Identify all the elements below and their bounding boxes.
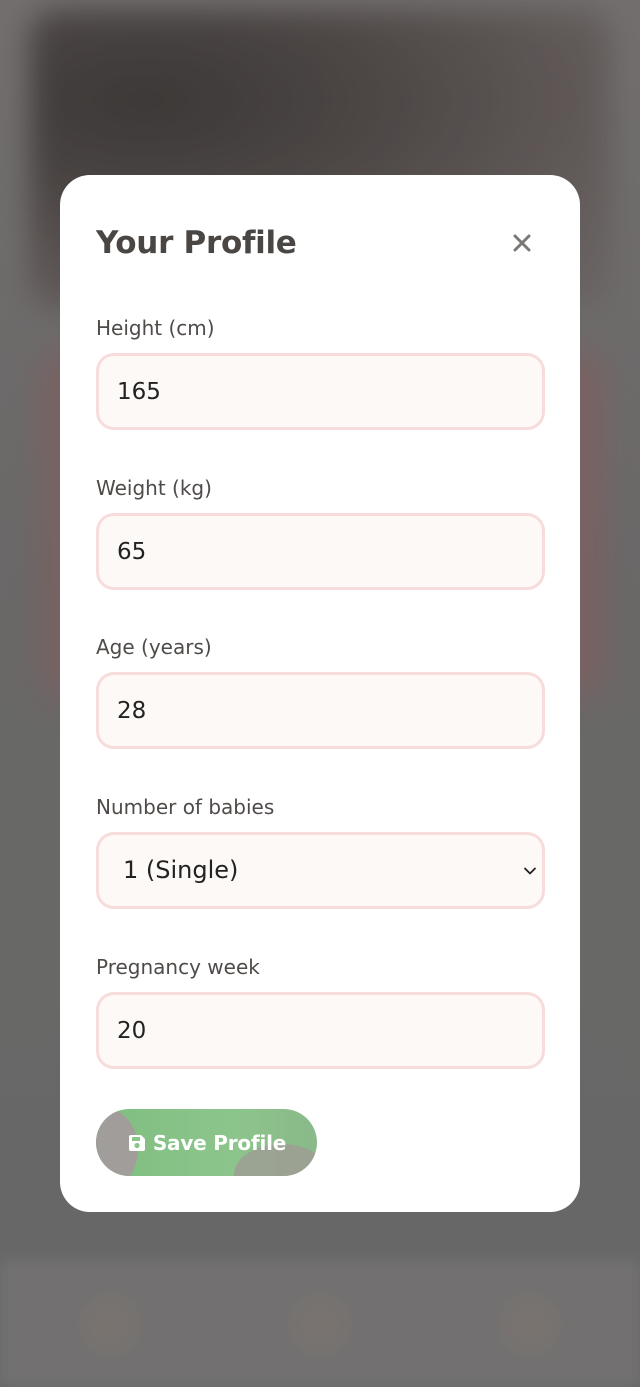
save-profile-button[interactable]: Save Profile (96, 1109, 317, 1176)
save-button-content: Save Profile (96, 1109, 317, 1176)
babies-select-value: 1 (Single) (123, 856, 239, 884)
weight-input[interactable] (96, 513, 545, 590)
close-icon (513, 234, 531, 252)
weight-label: Weight (kg) (96, 476, 212, 500)
babies-label: Number of babies (96, 795, 275, 819)
age-input[interactable] (96, 672, 545, 749)
height-label: Height (cm) (96, 316, 215, 340)
chevron-down-icon (524, 867, 536, 875)
close-button[interactable] (508, 229, 536, 257)
height-field: Height (cm) (96, 315, 545, 430)
weight-field: Weight (kg) (96, 475, 545, 590)
profile-modal: Your Profile Height (cm) Weight (kg) Age… (60, 175, 580, 1212)
save-button-label: Save Profile (152, 1130, 287, 1155)
babies-field: Number of babies 1 (Single) (96, 794, 545, 909)
floppy-disk-icon (128, 1134, 145, 1151)
modal-title: Your Profile (96, 225, 297, 261)
pregnancy-week-label: Pregnancy week (96, 955, 260, 979)
pregnancy-week-input[interactable] (96, 992, 545, 1069)
age-field: Age (years) (96, 634, 545, 749)
babies-select[interactable]: 1 (Single) (96, 832, 545, 909)
age-label: Age (years) (96, 635, 212, 659)
height-input[interactable] (96, 353, 545, 430)
pregnancy-week-field: Pregnancy week (96, 954, 545, 1069)
modal-header: Your Profile (96, 223, 544, 263)
